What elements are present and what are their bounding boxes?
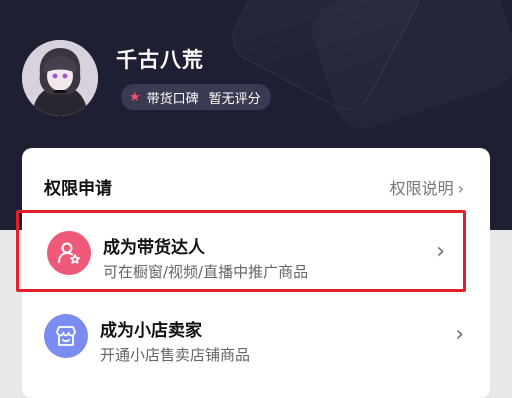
chevron-right-icon: › xyxy=(436,239,445,264)
chevron-right-icon: › xyxy=(457,179,464,198)
item-subtitle: 可在橱窗/视频/直播中推广商品 xyxy=(103,263,309,281)
help-link-label: 权限说明 xyxy=(389,179,454,198)
item-title: 成为小店卖家 xyxy=(100,321,202,341)
rating-label: 带货口碑 xyxy=(146,91,199,107)
item-title: 成为带货达人 xyxy=(103,238,205,258)
person-star-icon xyxy=(47,231,91,275)
avatar[interactable] xyxy=(22,40,98,116)
avatar-image xyxy=(22,40,98,116)
item-subtitle: 开通小店售卖店铺商品 xyxy=(100,346,251,364)
become-seller-item[interactable]: 成为小店卖家 开通小店售卖店铺商品 › xyxy=(22,296,490,382)
section-title: 权限申请 xyxy=(44,179,112,199)
username: 千古八荒 xyxy=(116,48,204,72)
permissions-help-link[interactable]: 权限说明 › xyxy=(390,175,464,199)
shop-icon xyxy=(44,314,88,358)
rating-badge[interactable]: ★ 带货口碑 暂无评分 xyxy=(121,84,271,110)
decorative-shape xyxy=(305,0,512,136)
become-promoter-item[interactable]: 成为带货达人 可在橱窗/视频/直播中推广商品 › xyxy=(16,210,466,292)
chevron-right-icon: › xyxy=(455,322,464,347)
star-icon: ★ xyxy=(129,89,141,105)
rating-value: 暂无评分 xyxy=(208,91,261,107)
